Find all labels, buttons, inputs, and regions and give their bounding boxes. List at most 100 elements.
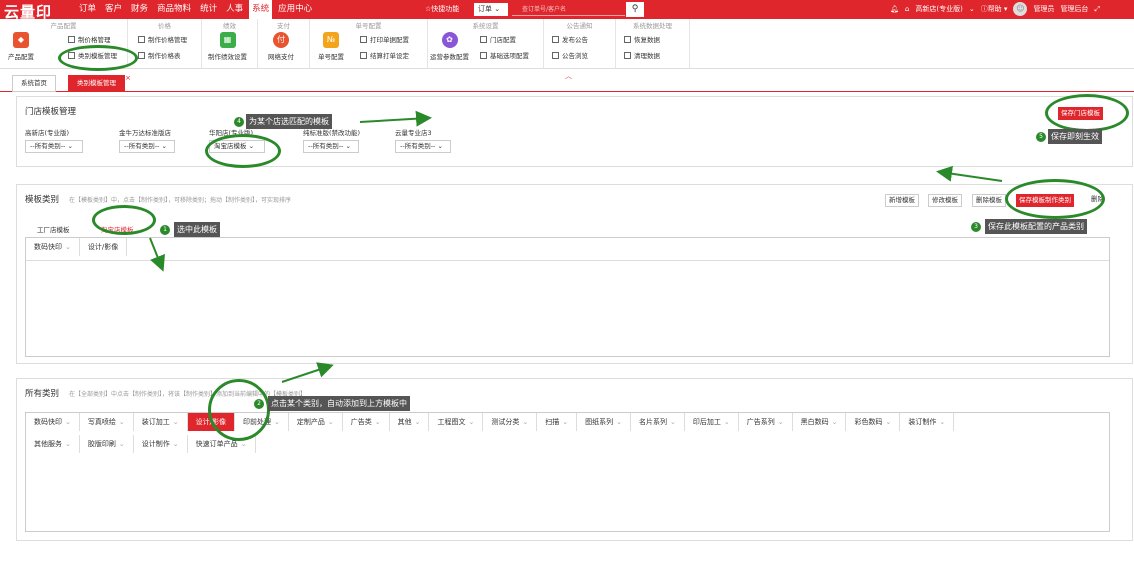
category-label: 设计/影像 <box>87 243 119 251</box>
category-item[interactable]: 其他服务 ⌄ <box>26 435 80 453</box>
step-badge: 5 <box>1036 132 1046 142</box>
category-item[interactable]: 广告系列 ⌄ <box>739 413 793 431</box>
step-badge: 3 <box>971 222 981 232</box>
store-item: 纯标准版(禁改功能) --所有类别-- ⌄ <box>303 127 360 153</box>
nav-stats[interactable]: 统计 <box>197 0 220 19</box>
document-icon <box>624 52 631 59</box>
close-icon[interactable]: × <box>125 71 131 86</box>
all-panel-title: 所有类别 <box>25 389 60 399</box>
category-label: 其他服务 <box>34 440 62 448</box>
nav-system[interactable]: 系统 <box>249 0 273 19</box>
category-item[interactable]: 工程图文 ⌄ <box>429 413 484 431</box>
help-link[interactable]: ⓘ帮助 ▾ <box>981 0 1008 19</box>
group-pay: 支付 付 网络支付 <box>258 19 310 69</box>
annotation-callout: 保存此模板配置的产品类别 <box>985 219 1087 234</box>
restore-data-button[interactable]: 恢复数据 <box>624 34 660 44</box>
backend-link[interactable]: 管理后台 <box>1060 0 1088 19</box>
store-config-button[interactable]: 门店配置 <box>480 34 516 44</box>
category-item[interactable]: 定制产品 ⌄ <box>289 413 343 431</box>
settle-print-button[interactable]: 结算打单设定 <box>360 50 409 60</box>
category-item[interactable]: 装订制作 ⌄ <box>900 413 955 431</box>
order-type-dropdown[interactable]: 订单 ⌄ <box>474 3 508 16</box>
category-item[interactable]: 装订加工 ⌄ <box>134 413 188 431</box>
category-item[interactable]: 数码快印 ⌄ <box>26 413 80 431</box>
step-badge: 1 <box>160 225 170 235</box>
current-store-label[interactable]: 高新店(专业版) <box>915 0 962 19</box>
category-item[interactable]: 彩色数码 ⌄ <box>846 413 901 431</box>
category-item[interactable]: 黑白数码 ⌄ <box>793 413 847 431</box>
chevron-down-icon: ⌄ <box>468 418 475 426</box>
new-template-button[interactable]: 新增模板 <box>885 194 919 207</box>
tab-factory-template[interactable]: 工厂店模板 <box>37 224 70 234</box>
store-template-select[interactable]: --所有类别-- ⌄ <box>303 140 359 153</box>
cube-icon: ◆ <box>13 32 29 48</box>
tab-category-template-label: 类别模板管理 <box>77 79 116 87</box>
chevron-down-icon: ⌄ <box>414 418 421 426</box>
category-label: 装订加工 <box>141 418 170 426</box>
online-pay-button[interactable]: 付 网络支付 <box>268 32 294 61</box>
category-item[interactable]: 扫描 ⌄ <box>537 413 578 431</box>
category-item[interactable]: 广告类 ⌄ <box>343 413 390 431</box>
nav-app-center[interactable]: 应用中心 <box>275 0 315 19</box>
make-price-mgmt-button[interactable]: 制价格管理 <box>68 34 111 44</box>
category-item[interactable]: 胶版印刷 ⌄ <box>80 435 134 453</box>
edit-template-button[interactable]: 修改模板 <box>928 194 962 207</box>
make-price-table-label: 制作价格表 <box>148 52 181 60</box>
print-receipt-button[interactable]: 打印单据配置 <box>360 34 409 44</box>
product-config-button[interactable]: ◆ 产品配置 <box>8 32 34 61</box>
chevron-down-icon: ⌄ <box>345 142 351 150</box>
make-price-mgmt2-button[interactable]: 制作价格管理 <box>138 34 187 44</box>
nav-finance[interactable]: 财务 <box>128 0 151 19</box>
category-item[interactable]: 图纸系列 ⌄ <box>577 413 631 431</box>
quick-functions-link[interactable]: ☆快捷功能 <box>425 0 459 19</box>
chevron-down-icon: ⌄ <box>65 243 71 251</box>
category-item[interactable]: 写真喷绘 ⌄ <box>80 413 134 431</box>
category-item[interactable]: 设计制作 ⌄ <box>134 435 188 453</box>
order-type-label: 订单 <box>478 5 492 13</box>
tab-category-template[interactable]: 类别模板管理 × <box>68 74 131 92</box>
category-item[interactable]: 名片系列 ⌄ <box>631 413 685 431</box>
fullscreen-icon[interactable]: ⤢ <box>1094 0 1100 19</box>
template-category-item[interactable]: 数码快印 ⌄ <box>26 238 80 256</box>
group-sys: 系统设置 ✿ 运营参数配置 门店配置 基础选项配置 <box>428 19 544 69</box>
base-options-button[interactable]: 基础选项配置 <box>480 50 529 60</box>
tab-home[interactable]: 系统首页 <box>12 75 56 92</box>
nav-products[interactable]: 商品物料 <box>154 0 194 19</box>
nav-customers[interactable]: 客户 <box>102 0 125 19</box>
clean-data-button[interactable]: 清理数据 <box>624 50 660 60</box>
make-price-table-button[interactable]: 制作价格表 <box>138 50 181 60</box>
nav-orders[interactable]: 订单 <box>76 0 99 19</box>
delete-template-button[interactable]: 删除模板 <box>972 194 1006 207</box>
category-label: 印后加工 <box>692 418 721 426</box>
search-input[interactable]: 查订单号/客户名 <box>512 3 625 16</box>
category-label: 扫描 <box>545 418 560 426</box>
restore-data-label: 恢复数据 <box>634 36 660 44</box>
chevron-down-icon[interactable]: ⌄ <box>969 0 975 19</box>
avatar[interactable]: ☺ <box>1013 2 1028 16</box>
ops-params-button[interactable]: ✿ 运营参数配置 <box>430 32 469 61</box>
store-template-select[interactable]: --所有类别-- ⌄ <box>395 140 451 153</box>
bell-icon[interactable]: 🔔︎ <box>890 0 899 19</box>
store-template-select[interactable]: --所有类别-- ⌄ <box>119 140 175 153</box>
annotation-callout: 为某个店选匹配的模板 <box>246 114 332 129</box>
publish-notice-button[interactable]: 发布公告 <box>552 34 588 44</box>
perf-setting-button[interactable]: ▦ 制作绩效设置 <box>208 32 247 61</box>
template-category-item[interactable]: 设计/影像 <box>80 238 128 256</box>
store-template-select[interactable]: --所有类别-- ⌄ <box>25 140 83 153</box>
group-title: 价格 <box>158 22 171 30</box>
browse-notice-button[interactable]: 公告浏览 <box>552 50 588 60</box>
nav-hr[interactable]: 人事 <box>223 0 246 19</box>
category-label: 数码快印 <box>34 418 62 426</box>
category-item[interactable]: 测试分类 ⌄ <box>483 413 538 431</box>
admin-label[interactable]: 管理员 <box>1033 0 1054 19</box>
home-icon[interactable]: ⌂ <box>905 0 909 19</box>
category-item[interactable]: 其他 ⌄ <box>390 413 430 431</box>
store-item: 云量专业店3 --所有类别-- ⌄ <box>395 127 451 153</box>
receipt-config-button[interactable]: № 单号配置 <box>318 32 344 61</box>
collapse-ribbon-icon[interactable]: ︿ <box>565 71 572 81</box>
search-icon[interactable]: ⚲ <box>626 2 644 17</box>
step-badge: 4 <box>234 117 244 127</box>
template-panel-title: 模板类别 <box>25 195 60 205</box>
all-category-list: 数码快印 ⌄ 写真喷绘 ⌄ 装订加工 ⌄ 设计/影像 印前处理 ⌄ 定制产品 ⌄ 广告类 ⌄ 其他 ⌄ 工程图… <box>25 412 1110 532</box>
category-item[interactable]: 印后加工 ⌄ <box>685 413 739 431</box>
